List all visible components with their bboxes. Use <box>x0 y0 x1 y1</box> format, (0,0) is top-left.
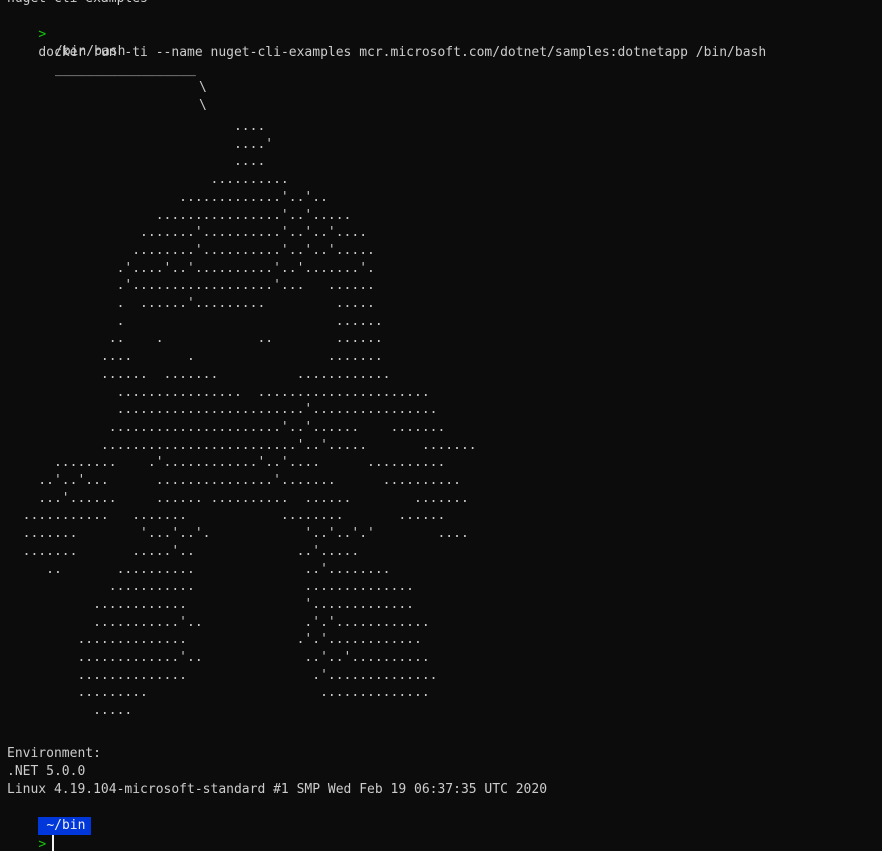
terminal-window[interactable]: nuget-cli-examples > docker run -ti --na… <box>0 0 882 851</box>
ascii-art-line: .'..................'... ...... <box>7 278 375 294</box>
ascii-art-line: ....... .....'.. ..'..... <box>7 543 360 559</box>
ascii-art-line: ........... .............. <box>7 579 414 595</box>
ascii-art-line: ..... <box>7 703 133 719</box>
prompt-symbol: > <box>38 837 47 851</box>
ascii-art-line: ......................'..'...... ....... <box>7 419 446 435</box>
ascii-art-line: .'....'..'..........'..'.......'. <box>7 260 375 276</box>
ascii-art-line: ................'..'..... <box>7 207 352 223</box>
ascii-art-line: ................ ...................... <box>7 384 430 400</box>
ascii-art: .... ....' .... .......... .............… <box>0 44 882 734</box>
ascii-art-line: ........................'...............… <box>7 402 438 418</box>
text-cursor <box>52 835 55 851</box>
ascii-art-line: .............'..'.. <box>7 189 328 205</box>
command-line: > docker run -ti --name nuget-cli-exampl… <box>7 8 766 60</box>
ascii-art-line: .............'.. ..'..'.......... <box>7 650 430 665</box>
ascii-art-line: .............. .'.'............ <box>7 632 422 648</box>
ascii-art-line: ...... ....... ............ <box>7 366 391 382</box>
ascii-art-line: . ...... <box>7 313 383 329</box>
ascii-art-line: ...'...... ...... .......... ...... ....… <box>7 490 469 506</box>
ascii-art-line: .......... <box>7 172 289 188</box>
ascii-art-line: ......... .............. <box>7 685 430 701</box>
ascii-art-line: ........'..........'..'..'..... <box>7 242 375 258</box>
ascii-art-line: ..'..'... ...............'....... ......… <box>7 473 461 488</box>
cwd-line: ~/bin <box>7 799 92 835</box>
ascii-art-line: ....' <box>7 136 274 152</box>
ascii-art-line: ........... ....... ........ ...... <box>7 508 446 524</box>
dotnet-version: .NET 5.0.0 <box>7 764 86 779</box>
ascii-art-line: ............ '............. <box>7 596 414 612</box>
ascii-art-line: .. . .. ...... <box>7 331 383 347</box>
ascii-art-line: .............. .'.............. <box>7 667 438 683</box>
ascii-art-line: .......'..........'..'..'.... <box>7 225 368 241</box>
os-info: Linux 4.19.104-microsoft-standard #1 SMP… <box>7 782 548 797</box>
ascii-art-line: ....... '...'..'. '..'..'.' .... <box>7 526 469 542</box>
ascii-art-line: .. .......... ..'........ <box>7 561 391 577</box>
ascii-art-line: .... <box>7 119 266 134</box>
environment-label: Environment: <box>7 746 101 761</box>
ascii-art-line: . ......'......... ..... <box>7 296 375 311</box>
ascii-art-line: .... <box>7 154 266 170</box>
input-prompt-line[interactable]: > <box>7 817 55 851</box>
prompt-symbol: > <box>38 27 47 42</box>
ascii-art-line: .... . ....... <box>7 349 383 365</box>
ascii-art-line: ...........'.. .'.'............ <box>7 614 430 630</box>
ascii-art-line: ........ .'............'..'.... ........… <box>7 455 446 471</box>
previous-output-line: nuget-cli-examples <box>7 0 148 8</box>
ascii-art-line: .........................'..'..... .....… <box>7 437 477 453</box>
